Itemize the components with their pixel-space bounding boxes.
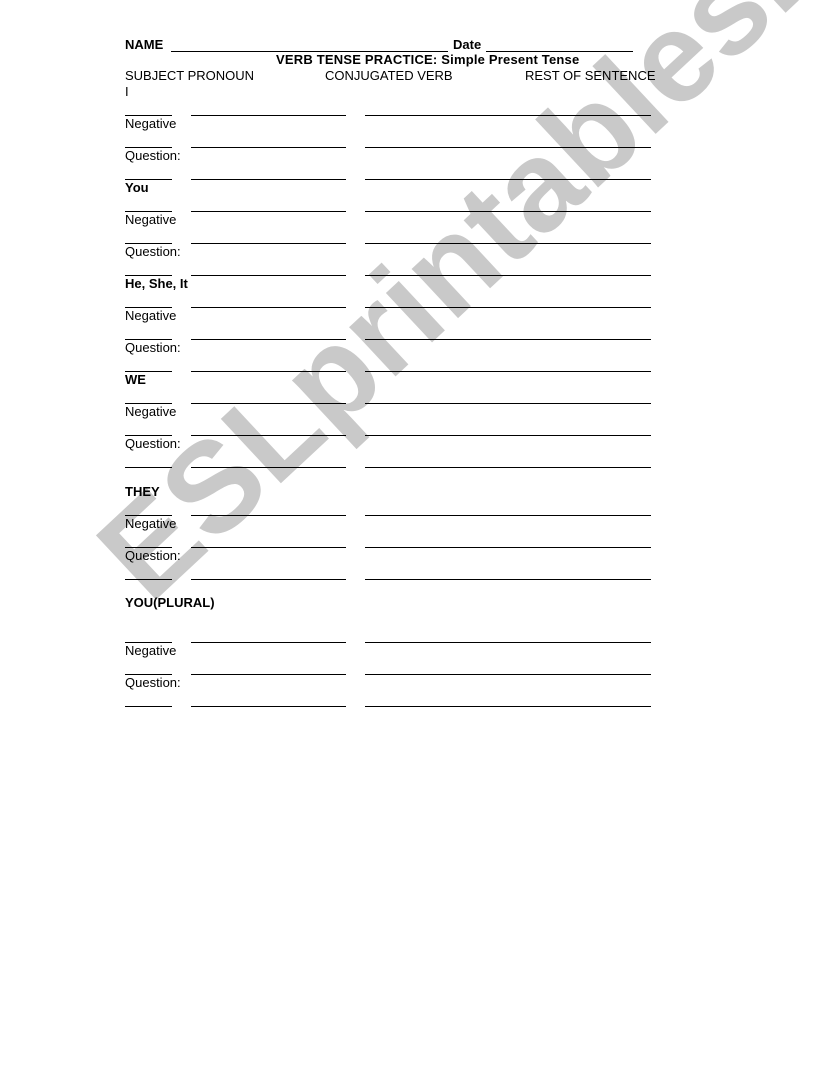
row-label: Negative: [125, 212, 177, 227]
rest-of-sentence-blank[interactable]: [365, 211, 651, 212]
pronoun-label: THEY: [125, 484, 160, 499]
verb-blank[interactable]: [191, 706, 346, 707]
verb-blank[interactable]: [191, 547, 346, 548]
row-label: Question:: [125, 148, 181, 163]
row-label: Negative: [125, 116, 177, 131]
rest-of-sentence-blank[interactable]: [365, 275, 651, 276]
row-label: Negative: [125, 516, 177, 531]
rest-of-sentence-blank[interactable]: [365, 547, 651, 548]
name-label: NAME: [125, 37, 164, 52]
row-label: Question:: [125, 675, 181, 690]
date-label: Date: [453, 37, 482, 52]
row-label: Question:: [125, 548, 181, 563]
column-header-rest: REST OF SENTENCE: [525, 68, 656, 83]
row-label: Negative: [125, 404, 177, 419]
pronoun-label: WE: [125, 372, 146, 387]
pronoun-label: You: [125, 180, 149, 195]
rest-of-sentence-blank[interactable]: [365, 179, 651, 180]
verb-blank[interactable]: [191, 115, 346, 116]
verb-blank[interactable]: [191, 642, 346, 643]
subject-blank[interactable]: [125, 467, 172, 468]
rest-of-sentence-blank[interactable]: [365, 339, 651, 340]
pronoun-label: He, She, It: [125, 276, 188, 291]
pronoun-label: YOU(PLURAL): [125, 595, 215, 610]
row-label: I: [125, 84, 129, 99]
rest-of-sentence-blank[interactable]: [365, 579, 651, 580]
column-header-verb: CONJUGATED VERB: [325, 68, 453, 83]
verb-blank[interactable]: [191, 403, 346, 404]
verb-blank[interactable]: [191, 435, 346, 436]
subject-blank[interactable]: [125, 579, 172, 580]
verb-blank[interactable]: [191, 211, 346, 212]
verb-blank[interactable]: [191, 467, 346, 468]
verb-blank[interactable]: [191, 243, 346, 244]
rest-of-sentence-blank[interactable]: [365, 403, 651, 404]
rest-of-sentence-blank[interactable]: [365, 642, 651, 643]
rest-of-sentence-blank[interactable]: [365, 371, 651, 372]
rest-of-sentence-blank[interactable]: [365, 243, 651, 244]
rest-of-sentence-blank[interactable]: [365, 706, 651, 707]
verb-blank[interactable]: [191, 275, 346, 276]
rest-of-sentence-blank[interactable]: [365, 147, 651, 148]
rest-of-sentence-blank[interactable]: [365, 115, 651, 116]
row-label: Question:: [125, 244, 181, 259]
subject-blank[interactable]: [125, 706, 172, 707]
rest-of-sentence-blank[interactable]: [365, 307, 651, 308]
worksheet-title: VERB TENSE PRACTICE: Simple Present Tens…: [276, 52, 580, 67]
verb-blank[interactable]: [191, 674, 346, 675]
verb-blank[interactable]: [191, 307, 346, 308]
row-label: Question:: [125, 340, 181, 355]
row-label: Negative: [125, 308, 177, 323]
verb-blank[interactable]: [191, 179, 346, 180]
verb-blank[interactable]: [191, 339, 346, 340]
verb-blank[interactable]: [191, 147, 346, 148]
rest-of-sentence-blank[interactable]: [365, 674, 651, 675]
row-label: Question:: [125, 436, 181, 451]
verb-blank[interactable]: [191, 579, 346, 580]
rest-of-sentence-blank[interactable]: [365, 515, 651, 516]
verb-blank[interactable]: [191, 371, 346, 372]
verb-blank[interactable]: [191, 515, 346, 516]
column-header-subject: SUBJECT PRONOUN: [125, 68, 255, 83]
worksheet: NAME Date VERB TENSE PRACTICE: Simple Pr…: [0, 0, 838, 1086]
row-label: Negative: [125, 643, 177, 658]
rest-of-sentence-blank[interactable]: [365, 467, 651, 468]
rest-of-sentence-blank[interactable]: [365, 435, 651, 436]
